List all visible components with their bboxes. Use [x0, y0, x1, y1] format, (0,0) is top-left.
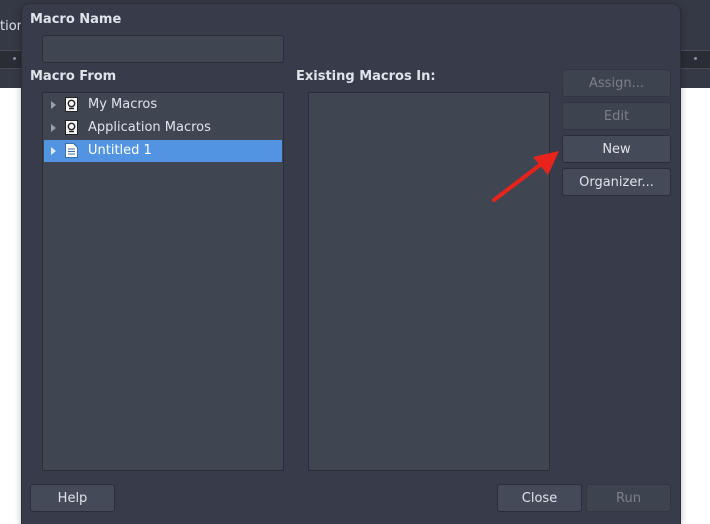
expand-arrow-icon[interactable]: [51, 147, 56, 155]
assign-button[interactable]: Assign...: [562, 69, 671, 97]
tree-item-my-macros[interactable]: My Macros: [44, 94, 282, 116]
ruler-tick: [694, 57, 697, 60]
macro-from-tree[interactable]: My Macros Application Macros Untitled 1: [42, 92, 284, 471]
document-icon: [65, 143, 78, 158]
tree-item-untitled-1[interactable]: Untitled 1: [44, 140, 282, 162]
macro-library-icon: [65, 120, 78, 135]
macro-name-label: Macro Name: [30, 12, 122, 27]
expand-arrow-icon[interactable]: [51, 124, 56, 132]
run-button[interactable]: Run: [586, 484, 671, 512]
ruler-tick: [13, 57, 16, 60]
close-button[interactable]: Close: [497, 484, 582, 512]
help-button[interactable]: Help: [30, 484, 115, 512]
tree-item-application-macros[interactable]: Application Macros: [44, 117, 282, 139]
macro-from-label: Macro From: [30, 69, 117, 84]
tree-item-label: Untitled 1: [88, 143, 152, 158]
tree-item-label: Application Macros: [88, 120, 211, 135]
new-button[interactable]: New: [562, 135, 671, 163]
macro-dialog: Macro Name Macro From Existing Macros In…: [22, 4, 680, 524]
macro-library-icon: [65, 97, 78, 112]
existing-macros-list[interactable]: [308, 92, 550, 471]
organizer-button[interactable]: Organizer...: [562, 168, 671, 196]
tree-item-label: My Macros: [88, 97, 158, 112]
existing-macros-label: Existing Macros In:: [296, 69, 436, 84]
edit-button[interactable]: Edit: [562, 102, 671, 130]
macro-name-input[interactable]: [42, 35, 284, 63]
expand-arrow-icon[interactable]: [51, 101, 56, 109]
